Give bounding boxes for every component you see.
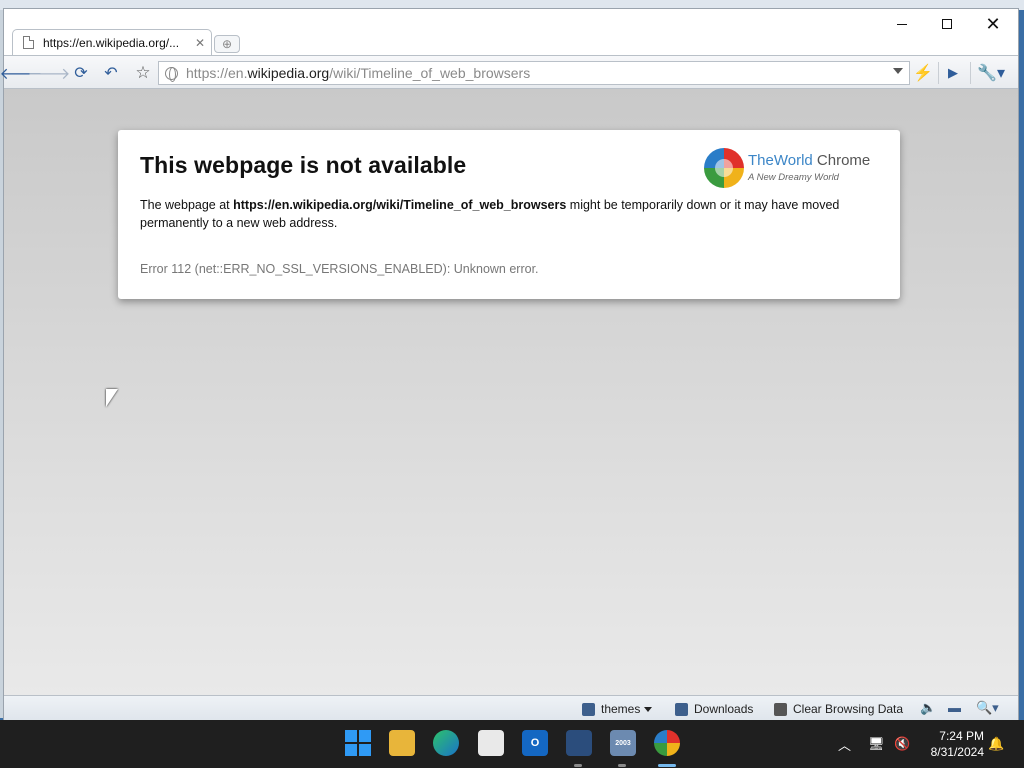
downloads-button[interactable]: Downloads <box>675 700 753 718</box>
toolbar-separator <box>938 62 939 84</box>
logo-name: TheWorld Chrome <box>748 152 870 169</box>
theworld-browser-icon[interactable] <box>654 730 680 756</box>
url-prefix: https://en. <box>186 65 248 81</box>
error-desc-before: The webpage at <box>140 198 234 212</box>
edge-icon[interactable] <box>433 730 459 756</box>
tab-close-icon[interactable]: ✕ <box>195 36 205 50</box>
show-hidden-icons-button[interactable]: ︿ <box>838 720 851 768</box>
page-icon <box>23 36 34 49</box>
address-dropdown-icon[interactable] <box>893 68 903 74</box>
system-clock[interactable]: 7:24 PM 8/31/2024 <box>922 728 984 760</box>
logo-name-part2: Chrome <box>812 152 871 169</box>
network-icon[interactable]: 🖥 <box>868 720 885 768</box>
forward-arrow-icon: 🡒 <box>27 65 71 83</box>
error-code: Error 112 (net::ERR_NO_SSL_VERSIONS_ENAB… <box>140 262 539 276</box>
zoom-icon[interactable]: 🔍▾ <box>976 700 999 716</box>
browser-window: https://en.wikipedia.org/... ✕ ⊕ ✕ 🡐 🡒 ⟳… <box>0 8 1019 721</box>
start-button[interactable] <box>345 730 371 756</box>
clear-browsing-data-button[interactable]: Clear Browsing Data <box>774 700 903 718</box>
clock-time: 7:24 PM <box>939 729 984 743</box>
clear-browsing-data-label: Clear Browsing Data <box>793 702 904 716</box>
go-button[interactable]: ▶ <box>942 62 964 84</box>
outlook-icon[interactable]: O <box>522 730 548 756</box>
title-bar: https://en.wikipedia.org/... ✕ ⊕ ✕ <box>4 9 1018 55</box>
new-tab-button[interactable]: ⊕ <box>214 35 240 53</box>
star-icon: ☆ <box>135 63 151 82</box>
undo-button[interactable]: ↶ <box>100 62 122 84</box>
close-window-button[interactable]: ✕ <box>970 9 1016 39</box>
themes-button[interactable]: themes <box>582 700 653 718</box>
toolbar-separator <box>970 62 971 84</box>
windows-logo-icon <box>345 730 357 742</box>
undo-icon: ↶ <box>104 65 118 82</box>
wrench-icon: 🔧▾ <box>977 65 1005 82</box>
file-explorer-icon[interactable] <box>389 730 415 756</box>
themes-dropdown-icon <box>644 706 653 712</box>
error-description: The webpage at https://en.wikipedia.org/… <box>140 196 880 232</box>
themes-icon <box>582 702 595 716</box>
theworld-logo-icon <box>704 148 744 188</box>
store-icon[interactable] <box>478 730 504 756</box>
maximize-icon <box>942 19 952 29</box>
error-desc-url: https://en.wikipedia.org/wiki/Timeline_o… <box>233 198 567 212</box>
address-bar[interactable]: https://en.wikipedia.org/wiki/Timeline_o… <box>158 61 910 85</box>
forward-button[interactable]: 🡒 <box>28 62 71 84</box>
logo-name-part1: TheWorld <box>748 152 813 169</box>
accelerate-button[interactable]: ⚡ <box>912 62 934 84</box>
volume-muted-icon[interactable]: 🔇 <box>894 720 910 768</box>
clock-date: 8/31/2024 <box>930 745 984 759</box>
running-indicator <box>618 764 626 767</box>
globe-icon <box>165 66 178 82</box>
running-indicator <box>574 764 582 767</box>
broom-icon <box>774 702 787 716</box>
address-url[interactable]: https://en.wikipedia.org/wiki/Timeline_o… <box>186 65 530 81</box>
navigation-toolbar: 🡐 🡒 ⟳ ↶ ☆ https://en.wikipedia.org/wiki/… <box>0 55 1018 89</box>
error-panel: This webpage is not available The webpag… <box>118 130 900 299</box>
taskbar: O 2003 ︿ 🖥 🔇 7:24 PM 8/31/2024 🔔 <box>0 720 1024 768</box>
virtualbox-icon[interactable] <box>566 730 592 756</box>
minimize-icon <box>897 23 907 25</box>
tab-title: https://en.wikipedia.org/... <box>43 35 180 50</box>
active-indicator <box>658 764 676 767</box>
notification-bell-icon[interactable]: 🔔 <box>988 720 1004 768</box>
reload-button[interactable]: ⟳ <box>70 62 92 84</box>
page-content: This webpage is not available The webpag… <box>4 89 1018 695</box>
play-icon: ▶ <box>948 65 958 80</box>
theworld-logo: TheWorld Chrome A New Dreamy World <box>704 148 884 190</box>
minimize-button[interactable] <box>879 9 925 39</box>
url-path: /wiki/Timeline_of_web_browsers <box>329 65 531 81</box>
mouse-cursor-icon <box>106 389 118 407</box>
speaker-icon[interactable]: 🔈 <box>920 700 936 716</box>
themes-label: themes <box>601 702 641 716</box>
screenshot-icon[interactable]: ▬ <box>948 700 961 715</box>
settings-menu-button[interactable]: 🔧▾ <box>974 62 1008 84</box>
download-icon <box>675 702 688 716</box>
vm-2003-label: 2003 <box>615 739 631 747</box>
chevron-up-icon: ︿ <box>838 737 852 753</box>
logo-tagline: A New Dreamy World <box>748 172 839 183</box>
reload-icon: ⟳ <box>74 65 88 82</box>
tab-active[interactable]: https://en.wikipedia.org/... ✕ <box>12 29 212 55</box>
status-bar: themes Downloads Clear Browsing Data 🔈 ▬… <box>4 695 1018 721</box>
url-host: wikipedia.org <box>247 65 330 81</box>
maximize-button[interactable] <box>924 9 970 39</box>
downloads-label: Downloads <box>694 702 754 716</box>
vm-2003-icon[interactable]: 2003 <box>610 730 636 756</box>
lightning-icon: ⚡ <box>913 65 933 82</box>
bookmark-button[interactable]: ☆ <box>132 62 154 84</box>
